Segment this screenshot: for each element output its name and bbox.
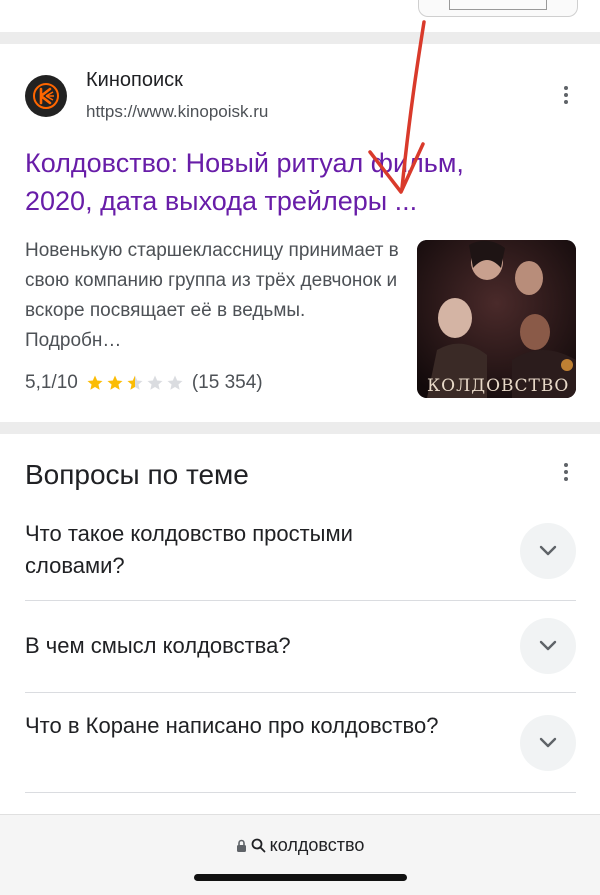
- result-snippet: Новенькую старшеклассницу принимает в св…: [25, 240, 399, 351]
- chevron-down-icon[interactable]: [520, 715, 576, 771]
- section-separator: [0, 422, 600, 434]
- rating-row: 5,1/10 (15 354): [25, 372, 263, 394]
- rating-stars: [86, 374, 184, 392]
- section-heading: Вопросы по теме: [25, 459, 249, 490]
- rating-votes: (15 354): [191, 372, 263, 393]
- star-icon: [107, 375, 123, 390]
- kinopoisk-logo-icon[interactable]: [25, 75, 67, 117]
- search-icon: [251, 838, 266, 853]
- result-title-link[interactable]: Колдовство: Новый ритуал фильм, 2020, да…: [25, 144, 525, 220]
- chevron-down-icon[interactable]: [520, 618, 576, 674]
- star-icon: [167, 375, 183, 390]
- star-icon: [127, 375, 143, 390]
- address-bar[interactable]: колдовство: [0, 814, 600, 895]
- more-options-icon[interactable]: [563, 86, 569, 108]
- divider: [25, 792, 576, 793]
- lock-icon: [236, 839, 246, 852]
- site-name[interactable]: Кинопоиск: [86, 69, 183, 92]
- question-text[interactable]: Что в Коране написано про колдовство?: [25, 710, 445, 742]
- site-url[interactable]: https://www.kinopoisk.ru: [86, 102, 268, 122]
- address-query[interactable]: колдовство: [270, 835, 365, 856]
- home-indicator[interactable]: [194, 874, 407, 881]
- result-thumbnail[interactable]: КОЛДОВСТВО: [417, 240, 576, 398]
- star-icon: [87, 375, 103, 390]
- previous-result-remnant: [0, 0, 600, 32]
- chevron-down-icon[interactable]: [520, 523, 576, 579]
- annotation-arrow: [368, 20, 426, 194]
- question-text[interactable]: В чем смысл колдовства?: [25, 630, 445, 662]
- section-separator: [0, 32, 600, 44]
- more-options-icon[interactable]: [563, 463, 569, 485]
- previous-result-thumbnail[interactable]: [418, 0, 578, 17]
- thumbnail-caption: КОЛДОВСТВО: [427, 376, 570, 396]
- star-icon: [147, 375, 163, 390]
- divider: [25, 692, 576, 693]
- rating-score: 5,1/10: [25, 372, 78, 393]
- divider: [25, 600, 576, 601]
- question-text[interactable]: Что такое колдовство простыми словами?: [25, 518, 445, 582]
